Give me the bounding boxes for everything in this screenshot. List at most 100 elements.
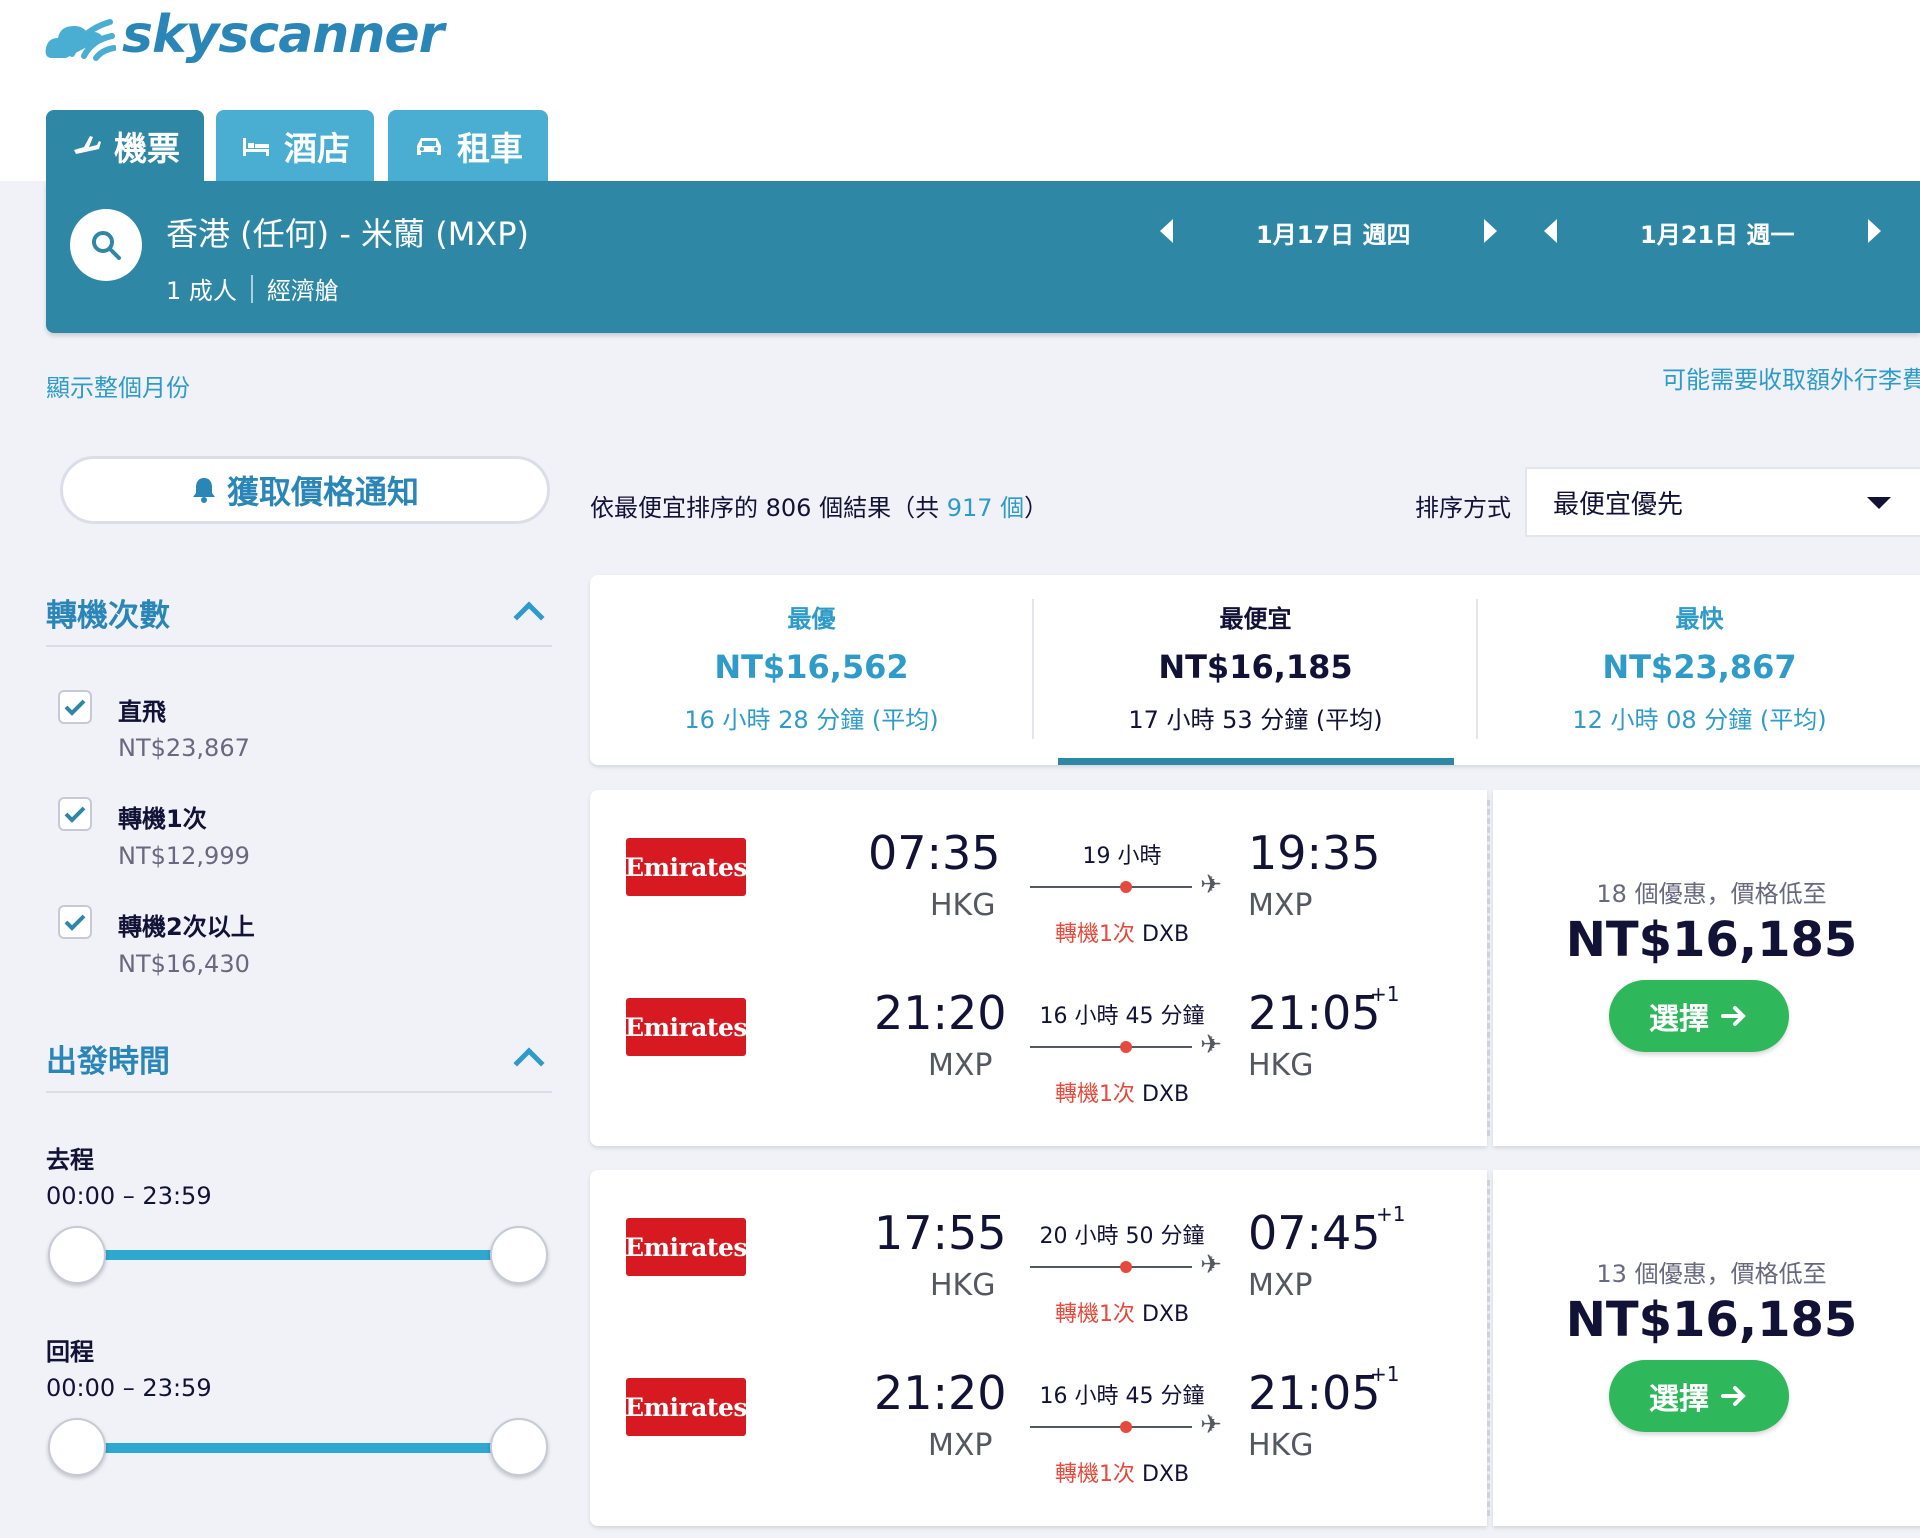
route-line: [1030, 886, 1192, 888]
stop-option-price: NT$16,430: [118, 950, 250, 978]
checkbox-direct[interactable]: [58, 690, 92, 724]
outbound-slider-track[interactable]: [78, 1250, 520, 1260]
prev-return-date-icon[interactable]: [1544, 219, 1557, 243]
route-text[interactable]: 香港 (任何) - 米蘭 (MXP): [166, 209, 529, 255]
search-icon: [92, 231, 121, 260]
stop-dot: [1120, 1261, 1132, 1273]
results-count-suffix: ）: [1024, 494, 1049, 522]
skyscanner-logo[interactable]: skyscanner: [44, 0, 444, 70]
stops-count: 轉機1次: [1054, 922, 1135, 947]
stop-option-label[interactable]: 直飛: [118, 692, 166, 727]
route-line: [1030, 1046, 1192, 1048]
departure-airport: HKG: [930, 1268, 996, 1303]
price-alert-label: 獲取價格通知: [226, 473, 419, 511]
summary-price: NT$23,867: [1602, 648, 1797, 686]
tab-flights[interactable]: 機票: [46, 110, 204, 181]
itinerary-card[interactable]: Emirates 07:35 HKG 19 小時 ✈ 轉機1次 DXB 19:3…: [590, 790, 1920, 1146]
cabin-class: 經濟艙: [266, 277, 339, 305]
arrival-airport: MXP: [1248, 1268, 1313, 1303]
departure-airport: MXP: [928, 1048, 993, 1083]
prev-depart-date-icon[interactable]: [1160, 219, 1173, 243]
stop-option-label[interactable]: 轉機1次: [118, 799, 207, 834]
sort-label: 排序方式: [1415, 494, 1511, 522]
arrival-time: 21:05: [1248, 1366, 1381, 1420]
tab-label: 酒店: [284, 128, 350, 168]
summary-price: NT$16,185: [1158, 648, 1353, 686]
flight-duration: 19 小時: [1082, 844, 1162, 869]
stop-dot: [1120, 1421, 1132, 1433]
stops-count: 轉機1次: [1054, 1462, 1135, 1487]
return-slider-min-handle[interactable]: [48, 1418, 106, 1476]
outbound-label: 去程: [46, 1146, 94, 1174]
bed-icon: [243, 137, 269, 156]
tab-best[interactable]: 最優 NT$16,562 16 小時 28 分鐘 (平均): [590, 575, 1033, 765]
summary-title: 最便宜: [1219, 605, 1292, 633]
stops-count: 轉機1次: [1054, 1082, 1135, 1107]
stop-option-label[interactable]: 轉機2次以上: [118, 907, 255, 942]
checkbox-one-stop[interactable]: [58, 797, 92, 831]
itinerary-price: NT$16,185: [1565, 912, 1858, 968]
flight-duration: 16 小時 45 分鐘: [1039, 1384, 1205, 1409]
plane-icon: [74, 135, 101, 154]
search-button[interactable]: [70, 209, 142, 281]
show-whole-month-link[interactable]: 顯示整個月份: [46, 368, 190, 403]
arrow-right-icon: [1721, 1386, 1746, 1406]
arrival-airport: MXP: [1248, 888, 1313, 923]
itinerary-price: NT$16,185: [1565, 1292, 1858, 1348]
stops-count: 轉機1次: [1054, 1302, 1135, 1327]
passenger-cabin[interactable]: 1 成人 經濟艙: [166, 271, 339, 306]
select-label: 選擇: [1649, 1382, 1709, 1417]
price-alert-button[interactable]: 獲取價格通知: [60, 456, 550, 524]
chevron-down-icon[interactable]: [1867, 497, 1891, 509]
airline-logo: Emirates: [625, 838, 747, 896]
checkbox-two-plus-stops[interactable]: [58, 905, 92, 939]
stops-filter-title[interactable]: 轉機次數: [46, 590, 170, 635]
tab-car-hire[interactable]: 租車: [388, 110, 548, 181]
baggage-fee-link[interactable]: 可能需要收取額外行李費: [1662, 360, 1920, 395]
collapse-stops-icon[interactable]: [513, 601, 545, 633]
select-button[interactable]: 選擇: [1609, 980, 1789, 1052]
arrival-time: 07:45: [1248, 1206, 1381, 1260]
tab-cheapest[interactable]: 最便宜 NT$16,185 17 小時 53 分鐘 (平均): [1034, 575, 1477, 765]
itinerary-card[interactable]: Emirates 17:55 HKG 20 小時 50 分鐘 ✈ 轉機1次 DX…: [590, 1170, 1920, 1526]
return-label: 回程: [46, 1338, 94, 1366]
stop-option-price: NT$12,999: [118, 842, 250, 870]
departure-time: 21:20: [874, 986, 1007, 1040]
next-return-date-icon[interactable]: [1868, 219, 1881, 243]
check-icon: [64, 914, 86, 931]
next-depart-date-icon[interactable]: [1484, 219, 1497, 243]
arrival-airport: HKG: [1248, 1048, 1314, 1083]
price-panel: 13 個優惠，價格低至 NT$16,185 選擇: [1493, 1170, 1920, 1526]
results-count-text: 依最便宜排序的 806 個結果（共: [590, 494, 947, 522]
sort-select[interactable]: 最便宜優先: [1525, 467, 1920, 537]
flight-duration: 16 小時 45 分鐘: [1039, 1004, 1205, 1029]
deals-text: 18 個優惠，價格低至: [1596, 880, 1827, 908]
price-panel: 18 個優惠，價格低至 NT$16,185 選擇: [1493, 790, 1920, 1146]
airline-logo: Emirates: [625, 998, 747, 1056]
tab-fastest[interactable]: 最快 NT$23,867 12 小時 08 分鐘 (平均): [1478, 575, 1920, 765]
summary-duration: 17 小時 53 分鐘 (平均): [1128, 706, 1383, 734]
airline-logo: Emirates: [625, 1218, 747, 1276]
sort-value: 最便宜優先: [1553, 489, 1684, 520]
next-day-indicator: +1: [1376, 1202, 1406, 1226]
results-total-link[interactable]: 917 個: [947, 494, 1024, 522]
return-range: 00:00 – 23:59: [46, 1374, 212, 1402]
outbound-slider-min-handle[interactable]: [48, 1226, 106, 1284]
search-summary-bar[interactable]: 香港 (任何) - 米蘭 (MXP) 1 成人 經濟艙 1月17日 週四 1月2…: [46, 181, 1920, 333]
departure-time-filter-title[interactable]: 出發時間: [46, 1036, 170, 1081]
return-slider-track[interactable]: [78, 1443, 520, 1453]
tab-hotels[interactable]: 酒店: [216, 110, 374, 181]
return-date[interactable]: 1月21日 週一: [1640, 215, 1794, 250]
tab-label: 機票: [114, 128, 180, 168]
collapse-times-icon[interactable]: [513, 1047, 545, 1079]
arrival-airport: HKG: [1248, 1428, 1314, 1463]
next-day-indicator: +1: [1370, 1362, 1400, 1386]
depart-date[interactable]: 1月17日 週四: [1256, 215, 1410, 250]
passenger-count: 1 成人: [166, 277, 237, 305]
stop-dot: [1120, 1041, 1132, 1053]
outbound-slider-max-handle[interactable]: [490, 1226, 548, 1284]
car-icon: [417, 137, 441, 155]
select-button[interactable]: 選擇: [1609, 1360, 1789, 1432]
summary-price: NT$16,562: [714, 648, 909, 686]
return-slider-max-handle[interactable]: [490, 1418, 548, 1476]
